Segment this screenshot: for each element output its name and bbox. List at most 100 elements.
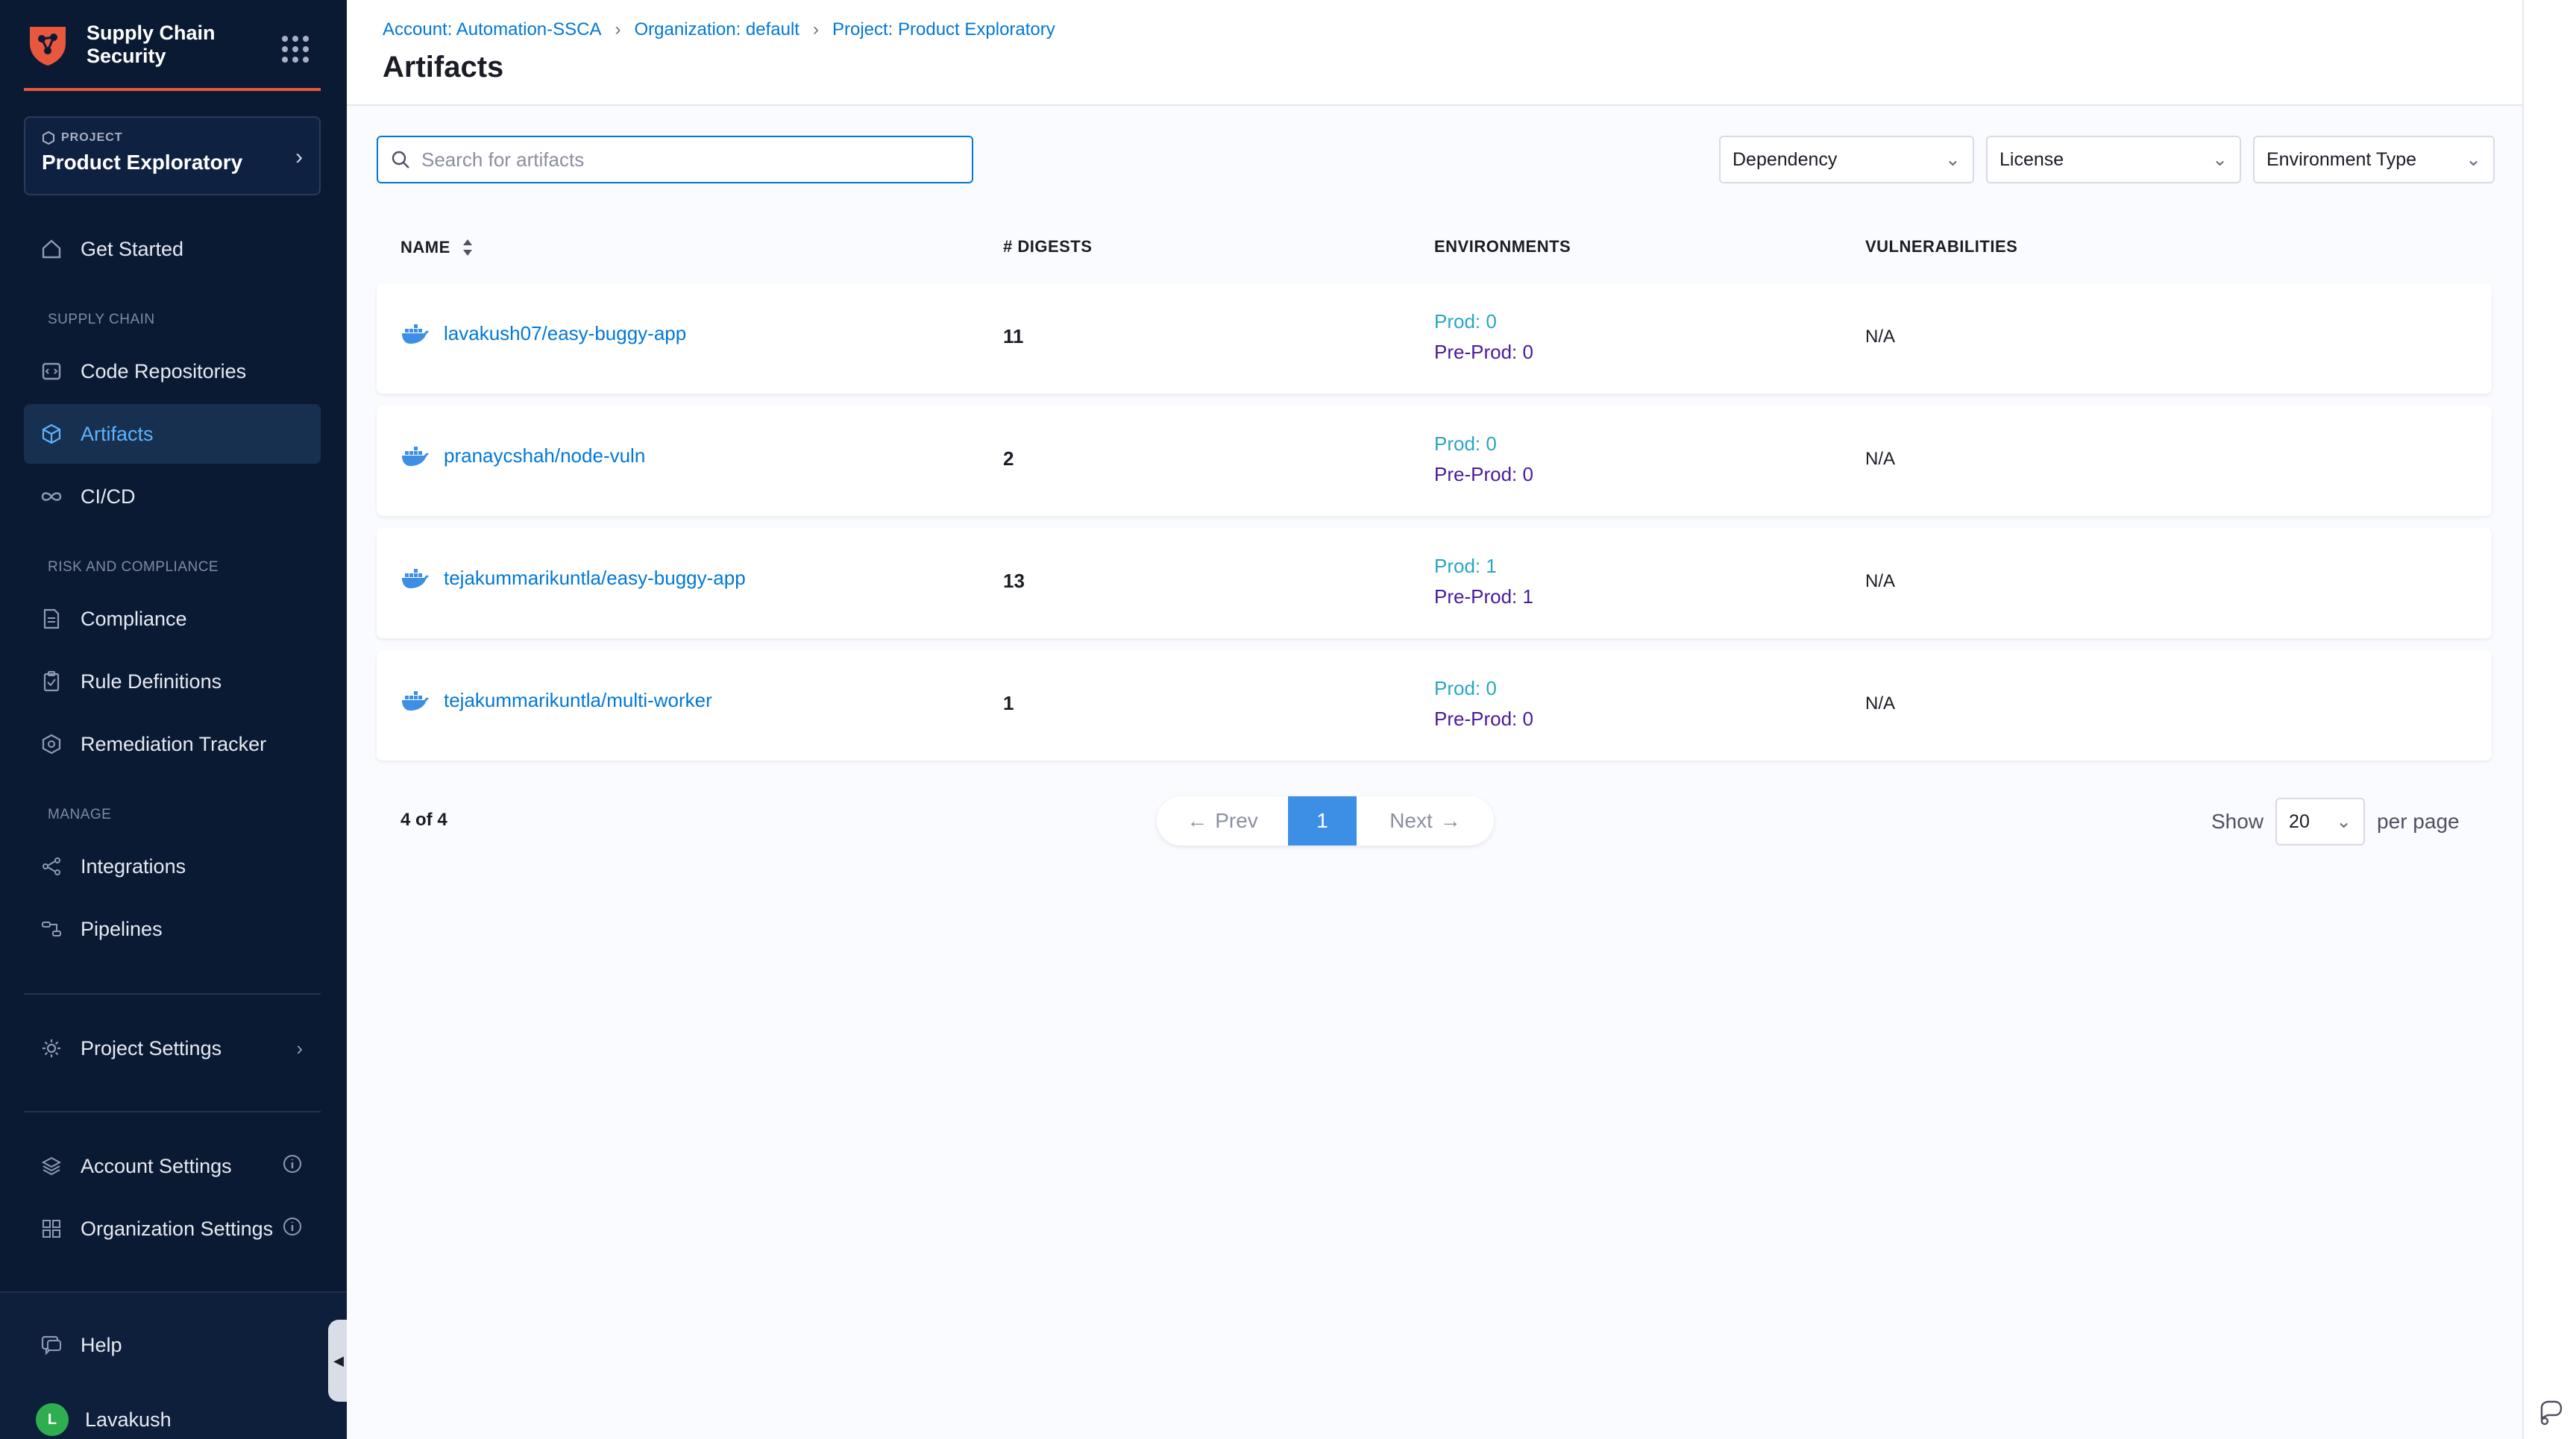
sidebar-item-label: Remediation Tracker	[81, 732, 267, 755]
env-preprod-count[interactable]: Pre-Prod: 0	[1434, 341, 1533, 364]
env-preprod-count[interactable]: Pre-Prod: 0	[1434, 463, 1533, 486]
digest-count: 11	[1003, 325, 1024, 347]
digest-count: 13	[1003, 570, 1025, 592]
sidebar-item-help[interactable]: Help	[24, 1315, 321, 1375]
sidebar-divider	[24, 1111, 321, 1112]
clipboard-icon	[39, 669, 64, 694]
environment-type-filter-label: Environment Type	[2266, 148, 2417, 170]
page-size-value: 20	[2289, 810, 2310, 832]
breadcrumb: Account: Automation-SSCA › Organization:…	[383, 19, 1055, 40]
env-prod-count[interactable]: Prod: 0	[1434, 432, 1533, 456]
breadcrumb-organization[interactable]: Organization: default	[634, 19, 799, 40]
docker-icon	[402, 690, 429, 711]
sidebar-item-artifacts[interactable]: Artifacts	[24, 404, 321, 464]
sidebar-item-label: Code Repositories	[81, 359, 247, 382]
code-repository-icon	[39, 359, 64, 384]
section-label-supply-chain: SUPPLY CHAIN	[48, 312, 155, 327]
page-size-select[interactable]: 20 ⌄	[2275, 798, 2366, 846]
sidebar-item-remediation-tracker[interactable]: Remediation Tracker	[24, 714, 321, 774]
tracker-icon	[39, 731, 64, 757]
next-page-button[interactable]: Next →	[1357, 796, 1494, 846]
sidebar-item-rule-definitions[interactable]: Rule Definitions	[24, 652, 321, 711]
artifact-name-link[interactable]: tejakummarikuntla/easy-buggy-app	[400, 567, 746, 590]
breadcrumb-account[interactable]: Account: Automation-SSCA	[383, 19, 601, 40]
pipeline-icon	[39, 916, 64, 942]
info-icon[interactable]	[282, 1216, 303, 1242]
env-prod-count[interactable]: Prod: 1	[1434, 555, 1533, 578]
table-row[interactable]: lavakush07/easy-buggy-app 11 Prod: 0 Pre…	[377, 283, 2492, 394]
sidebar-item-label: Help	[81, 1333, 122, 1356]
environments-cell: Prod: 0 Pre-Prod: 0	[1434, 310, 1533, 364]
sidebar-item-get-started[interactable]: Get Started	[24, 219, 321, 279]
home-icon	[39, 236, 64, 262]
collapse-sidebar-button[interactable]: ◀	[328, 1320, 349, 1402]
section-label-manage: MANAGE	[48, 807, 112, 822]
table-row[interactable]: tejakummarikuntla/multi-worker 1 Prod: 0…	[377, 650, 2492, 761]
chevron-down-icon: ⌄	[2336, 811, 2352, 832]
column-header-vulnerabilities: VULNERABILITIES	[1865, 237, 2017, 256]
project-selector[interactable]: PROJECT Product Exploratory ›	[24, 116, 321, 195]
chevron-right-icon: ›	[615, 19, 621, 40]
column-header-name[interactable]: NAME	[400, 237, 474, 258]
chevron-right-icon: ›	[812, 19, 819, 40]
page-number-button[interactable]: 1	[1288, 796, 1357, 846]
organization-icon	[39, 1216, 64, 1241]
prev-page-button[interactable]: ← Prev	[1157, 796, 1288, 846]
sidebar-item-project-settings[interactable]: Project Settings ›	[24, 1018, 321, 1078]
artifact-name-link[interactable]: tejakummarikuntla/multi-worker	[400, 689, 712, 712]
user-profile[interactable]: L Lavakush	[24, 1397, 321, 1439]
avatar: L	[36, 1403, 69, 1436]
docker-icon	[402, 324, 429, 344]
chevron-down-icon: ⌄	[2212, 149, 2228, 170]
chevron-right-icon: ›	[295, 145, 303, 169]
vulnerabilities-value: N/A	[1865, 693, 1896, 714]
arrow-right-icon: →	[1439, 809, 1461, 832]
search-box[interactable]	[377, 136, 973, 183]
table-row[interactable]: tejakummarikuntla/easy-buggy-app 13 Prod…	[377, 528, 2492, 638]
env-preprod-count[interactable]: Pre-Prod: 1	[1434, 585, 1533, 608]
sidebar-item-label: Account Settings	[81, 1154, 232, 1177]
sidebar-item-organization-settings[interactable]: Organization Settings	[24, 1199, 321, 1259]
sidebar-item-integrations[interactable]: Integrations	[24, 837, 321, 896]
env-preprod-count[interactable]: Pre-Prod: 0	[1434, 708, 1533, 731]
help-chat-icon	[39, 1332, 64, 1358]
license-filter[interactable]: License ⌄	[1986, 136, 2241, 183]
breadcrumb-project[interactable]: Project: Product Exploratory	[832, 19, 1055, 40]
digest-count: 2	[1003, 447, 1014, 470]
artifact-name: tejakummarikuntla/easy-buggy-app	[444, 567, 746, 589]
column-header-digests: # DIGESTS	[1003, 237, 1092, 256]
sidebar-item-compliance[interactable]: Compliance	[24, 589, 321, 649]
table-row[interactable]: pranaycshah/node-vuln 2 Prod: 0 Pre-Prod…	[377, 406, 2492, 516]
sidebar-item-account-settings[interactable]: Account Settings	[24, 1136, 321, 1196]
dependency-filter[interactable]: Dependency ⌄	[1719, 136, 1974, 183]
search-input[interactable]	[421, 148, 943, 171]
sidebar-item-cicd[interactable]: CI/CD	[24, 467, 321, 526]
env-prod-count[interactable]: Prod: 0	[1434, 677, 1533, 700]
ai-assistant-icon[interactable]	[2536, 1397, 2566, 1427]
chevron-down-icon: ⌄	[1945, 149, 1961, 170]
digest-count: 1	[1003, 692, 1014, 714]
artifact-name-link[interactable]: lavakush07/easy-buggy-app	[400, 322, 686, 345]
environments-cell: Prod: 1 Pre-Prod: 1	[1434, 555, 1533, 608]
artifact-name-link[interactable]: pranaycshah/node-vuln	[400, 444, 645, 467]
right-rail	[2522, 0, 2576, 1439]
vulnerabilities-value: N/A	[1865, 327, 1896, 347]
sidebar-item-label: Get Started	[81, 237, 184, 260]
next-label: Next	[1389, 809, 1433, 832]
sidebar-item-code-repositories[interactable]: Code Repositories	[24, 341, 321, 401]
avatar-initial: L	[47, 1411, 57, 1428]
column-header-label: ENVIRONMENTS	[1434, 237, 1571, 256]
info-icon[interactable]	[282, 1153, 303, 1180]
main-content: Account: Automation-SSCA › Organization:…	[347, 0, 2522, 1439]
sidebar-item-label: Project Settings	[81, 1036, 222, 1059]
sidebar-item-label: CI/CD	[81, 485, 136, 508]
sort-icon[interactable]	[461, 237, 474, 258]
search-icon	[392, 151, 409, 169]
environment-type-filter[interactable]: Environment Type ⌄	[2253, 136, 2495, 183]
page-size-control: Show 20 ⌄ per page	[2211, 798, 2460, 846]
env-prod-count[interactable]: Prod: 0	[1434, 310, 1533, 333]
docker-icon	[402, 568, 429, 588]
app-switcher-grid-icon[interactable]	[282, 36, 309, 63]
column-header-label: NAME	[400, 238, 450, 256]
sidebar-item-pipelines[interactable]: Pipelines	[24, 899, 321, 959]
